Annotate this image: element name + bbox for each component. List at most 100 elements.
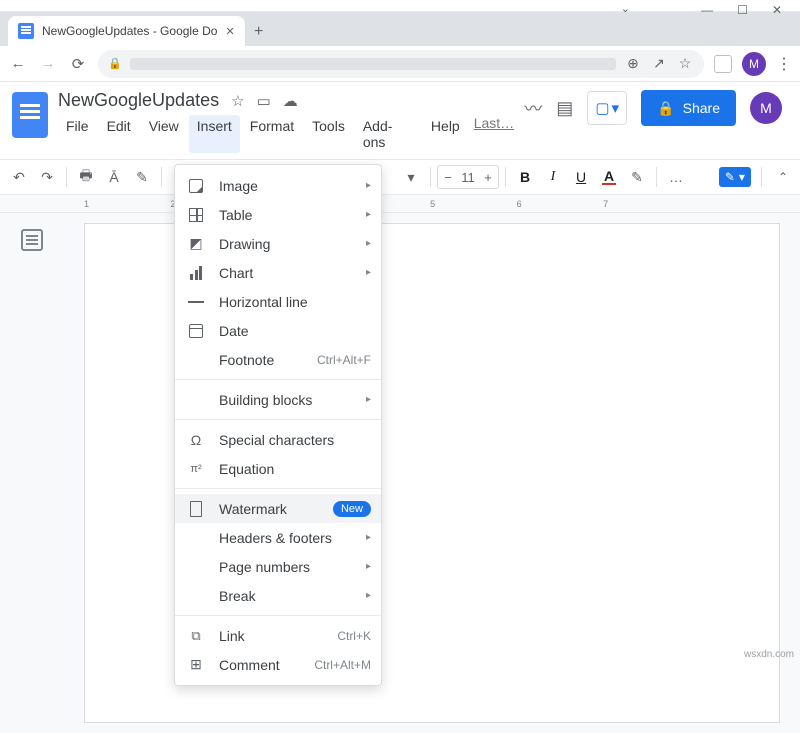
collapse-toolbar-button[interactable]: ⌃: [772, 170, 794, 184]
redo-button[interactable]: ↷: [34, 164, 60, 190]
insert-special-characters[interactable]: ΩSpecial characters: [175, 425, 381, 454]
browser-tab[interactable]: NewGoogleUpdates - Google Do ✕: [8, 16, 245, 46]
blank-icon: [187, 558, 205, 576]
menu-insert[interactable]: Insert: [189, 115, 240, 153]
more-tools-button[interactable]: …: [663, 164, 689, 190]
insert-footnote[interactable]: FootnoteCtrl+Alt+F: [175, 345, 381, 374]
insert-headers-footers[interactable]: Headers & footers▸: [175, 523, 381, 552]
insert-horizontal-line[interactable]: Horizontal line: [175, 287, 381, 316]
separator: [761, 167, 762, 187]
docs-favicon-icon: [18, 23, 34, 39]
share-url-icon[interactable]: ↗: [650, 55, 668, 72]
share-button[interactable]: 🔒 Share: [641, 90, 736, 126]
undo-button[interactable]: ↶: [6, 164, 32, 190]
underline-button[interactable]: U: [568, 164, 594, 190]
font-size-control[interactable]: − 11 +: [437, 165, 499, 189]
chart-icon: [187, 264, 205, 282]
zoom-icon[interactable]: ⊕: [624, 55, 642, 72]
insert-comment[interactable]: ⊞CommentCtrl+Alt+M: [175, 650, 381, 679]
spellcheck-button[interactable]: Ᾱ: [101, 164, 127, 190]
menu-shortcut: Ctrl+K: [337, 629, 371, 643]
italic-button[interactable]: I: [540, 164, 566, 190]
menu-shortcut: Ctrl+Alt+F: [317, 353, 371, 367]
account-avatar[interactable]: M: [750, 92, 782, 124]
insert-drawing[interactable]: ◩Drawing▸: [175, 229, 381, 258]
submenu-arrow-icon: ▸: [366, 561, 371, 572]
document-title[interactable]: NewGoogleUpdates: [58, 90, 219, 111]
hr-icon: [187, 293, 205, 311]
reload-button[interactable]: ⟳: [68, 55, 88, 73]
comments-icon[interactable]: ▤: [556, 98, 573, 119]
browser-menu-icon[interactable]: ⋮: [776, 54, 792, 74]
insert-table[interactable]: Table▸: [175, 200, 381, 229]
font-size-value[interactable]: 11: [458, 170, 478, 185]
submenu-arrow-icon: ▸: [366, 209, 371, 220]
bold-button[interactable]: B: [512, 164, 538, 190]
menu-item-label: Watermark: [219, 501, 319, 517]
window-close-button[interactable]: ✕: [772, 3, 782, 17]
window-minimize-button[interactable]: —: [701, 3, 713, 17]
chevron-down-icon: ▾: [612, 99, 620, 117]
browser-profile-avatar[interactable]: M: [742, 52, 766, 76]
back-button[interactable]: ←: [8, 55, 28, 72]
new-tab-button[interactable]: +: [245, 18, 273, 46]
menu-item-label: Date: [219, 323, 371, 339]
menu-view[interactable]: View: [141, 115, 187, 153]
submenu-arrow-icon: ▸: [366, 180, 371, 191]
font-size-decrease[interactable]: −: [438, 170, 458, 185]
submenu-arrow-icon: ▸: [366, 267, 371, 278]
editing-mode-button[interactable]: ✎ ▾: [719, 167, 751, 187]
font-chevron-icon[interactable]: ▾: [398, 164, 424, 190]
insert-date[interactable]: Date: [175, 316, 381, 345]
url-text-blurred: [130, 58, 616, 70]
activity-icon[interactable]: 〰: [524, 95, 542, 121]
extension-icon[interactable]: [714, 55, 732, 73]
insert-image[interactable]: Image▸: [175, 171, 381, 200]
share-label: Share: [683, 100, 720, 116]
present-button[interactable]: ▢ ▾: [587, 91, 627, 125]
print-button[interactable]: 🖶: [73, 164, 99, 190]
menu-file[interactable]: File: [58, 115, 97, 153]
blank-icon: [187, 351, 205, 369]
menu-help[interactable]: Help: [423, 115, 468, 153]
menu-addons[interactable]: Add-ons: [355, 115, 421, 153]
outline-toggle-icon[interactable]: [21, 229, 43, 251]
move-document-icon[interactable]: ▭: [257, 92, 271, 110]
bookmark-star-icon[interactable]: ☆: [676, 55, 694, 72]
text-color-button[interactable]: A: [596, 164, 622, 190]
window-maximize-button[interactable]: ☐: [737, 3, 748, 17]
submenu-arrow-icon: ▸: [366, 394, 371, 405]
tabstrip-chevron-icon[interactable]: ⌄: [621, 2, 630, 15]
insert-break[interactable]: Break▸: [175, 581, 381, 610]
menu-edit[interactable]: Edit: [99, 115, 139, 153]
docs-header: NewGoogleUpdates ☆ ▭ ☁ File Edit View In…: [0, 82, 800, 153]
menu-format[interactable]: Format: [242, 115, 302, 153]
browser-tabstrip: NewGoogleUpdates - Google Do ✕ +: [0, 12, 800, 46]
address-bar[interactable]: 🔒 ⊕ ↗ ☆: [98, 50, 704, 78]
menu-shortcut: Ctrl+Alt+M: [314, 658, 371, 672]
ruler-tick: 6: [517, 199, 601, 209]
highlight-button[interactable]: ✎: [624, 164, 650, 190]
menu-item-label: Drawing: [219, 236, 352, 252]
font-size-increase[interactable]: +: [478, 170, 498, 185]
blank-icon: [187, 587, 205, 605]
insert-chart[interactable]: Chart▸: [175, 258, 381, 287]
insert-watermark[interactable]: WatermarkNew: [175, 494, 381, 523]
ruler[interactable]: 1 2 3 4 5 6 7: [0, 195, 800, 213]
insert-page-numbers[interactable]: Page numbers▸: [175, 552, 381, 581]
menu-tools[interactable]: Tools: [304, 115, 353, 153]
tab-close-icon[interactable]: ✕: [225, 25, 234, 38]
last-edit-link[interactable]: Last…: [474, 115, 514, 153]
document-area: [0, 213, 800, 733]
ruler-tick: 5: [430, 199, 514, 209]
separator: [430, 167, 431, 187]
cloud-status-icon[interactable]: ☁: [283, 92, 298, 110]
insert-link[interactable]: ⧉LinkCtrl+K: [175, 621, 381, 650]
paint-format-button[interactable]: ✎: [129, 164, 155, 190]
star-document-icon[interactable]: ☆: [231, 92, 244, 110]
insert-equation[interactable]: π²Equation: [175, 454, 381, 483]
docs-logo-icon[interactable]: [12, 92, 48, 138]
pi-icon: π²: [187, 460, 205, 478]
separator: [66, 167, 67, 187]
insert-building-blocks[interactable]: Building blocks▸: [175, 385, 381, 414]
